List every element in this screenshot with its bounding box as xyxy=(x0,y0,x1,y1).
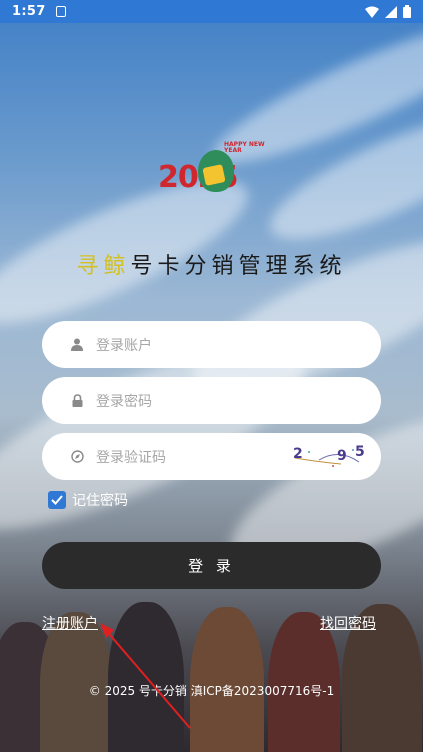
login-button[interactable]: 登 录 xyxy=(42,542,381,589)
remember-label: 记住密码 xyxy=(72,493,128,509)
compass-icon xyxy=(70,450,84,464)
logo-tagline: HAPPY NEW YEAR xyxy=(224,141,265,154)
captcha-field[interactable]: 登录验证码 2 9 5 xyxy=(42,433,381,480)
register-link[interactable]: 注册账户 xyxy=(42,613,98,633)
lock-icon xyxy=(70,394,84,408)
new-year-logo: HAPPY NEW YEAR 2025 xyxy=(158,140,266,200)
battery-icon xyxy=(403,5,411,18)
account-field[interactable]: 登录账户 xyxy=(42,321,381,368)
captcha-char-1: 2 xyxy=(293,446,303,462)
captcha-char-2: 9 xyxy=(337,448,347,464)
checkmark-icon xyxy=(51,495,63,505)
footer-copyright: © 2025 号卡分销 滇ICP备2023007716号-1 xyxy=(88,684,335,698)
wifi-icon xyxy=(365,6,379,18)
title-rest: 号卡分销管理系统 xyxy=(130,254,347,279)
background-sky xyxy=(0,22,423,602)
notification-a-icon xyxy=(55,6,66,17)
status-time: 1:57 xyxy=(12,4,46,19)
account-input[interactable]: 登录账户 xyxy=(96,335,152,355)
password-input[interactable]: 登录密码 xyxy=(96,391,152,411)
remember-checkbox[interactable] xyxy=(48,491,66,509)
captcha-input[interactable]: 登录验证码 xyxy=(96,447,166,467)
remember-password[interactable]: 记住密码 xyxy=(48,490,128,510)
status-bar: 1:57 xyxy=(0,0,423,23)
captcha-char-3: 5 xyxy=(355,444,365,460)
captcha-image[interactable]: 2 9 5 xyxy=(289,442,367,470)
title-accent: 寻鲸 xyxy=(76,254,131,279)
password-field[interactable]: 登录密码 xyxy=(42,377,381,424)
page-title: 寻鲸号卡分销管理系统 xyxy=(0,248,423,280)
signal-icon xyxy=(385,5,397,18)
forgot-password-link[interactable]: 找回密码 xyxy=(320,613,376,633)
background-people xyxy=(0,572,423,752)
user-icon xyxy=(70,338,84,352)
